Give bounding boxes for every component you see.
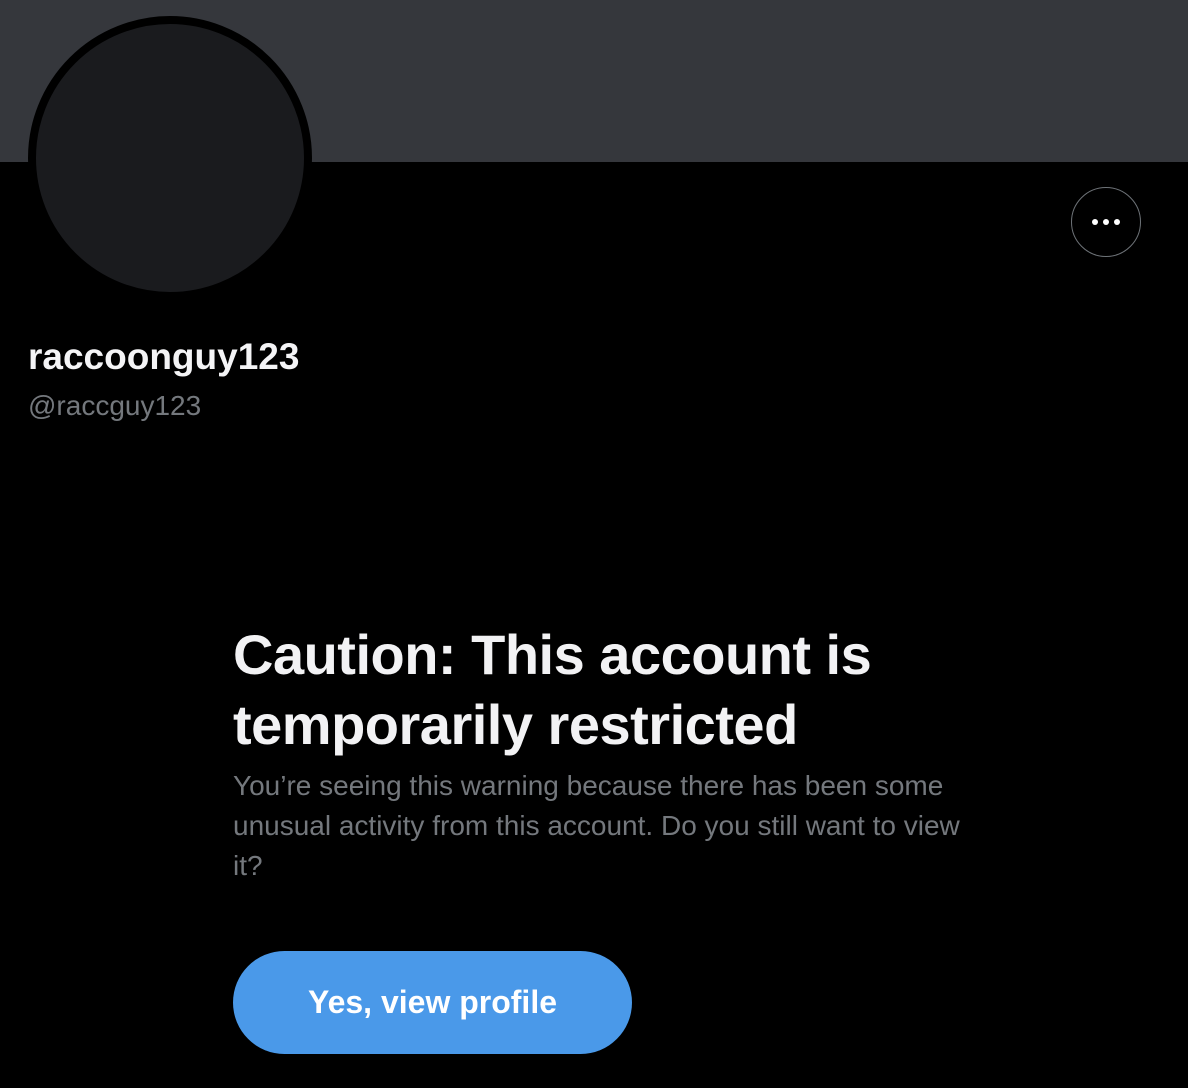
view-profile-button[interactable]: Yes, view profile [233,951,632,1054]
avatar [28,16,312,300]
more-horizontal-icon [1092,219,1120,225]
more-options-button[interactable] [1071,187,1141,257]
restriction-warning: Caution: This account is temporarily res… [233,620,993,886]
profile-display-name: raccoonguy123 [28,336,300,377]
profile-handle: @raccguy123 [28,390,202,421]
warning-title: Caution: This account is temporarily res… [233,623,872,756]
warning-message: You’re seeing this warning because there… [233,770,960,881]
